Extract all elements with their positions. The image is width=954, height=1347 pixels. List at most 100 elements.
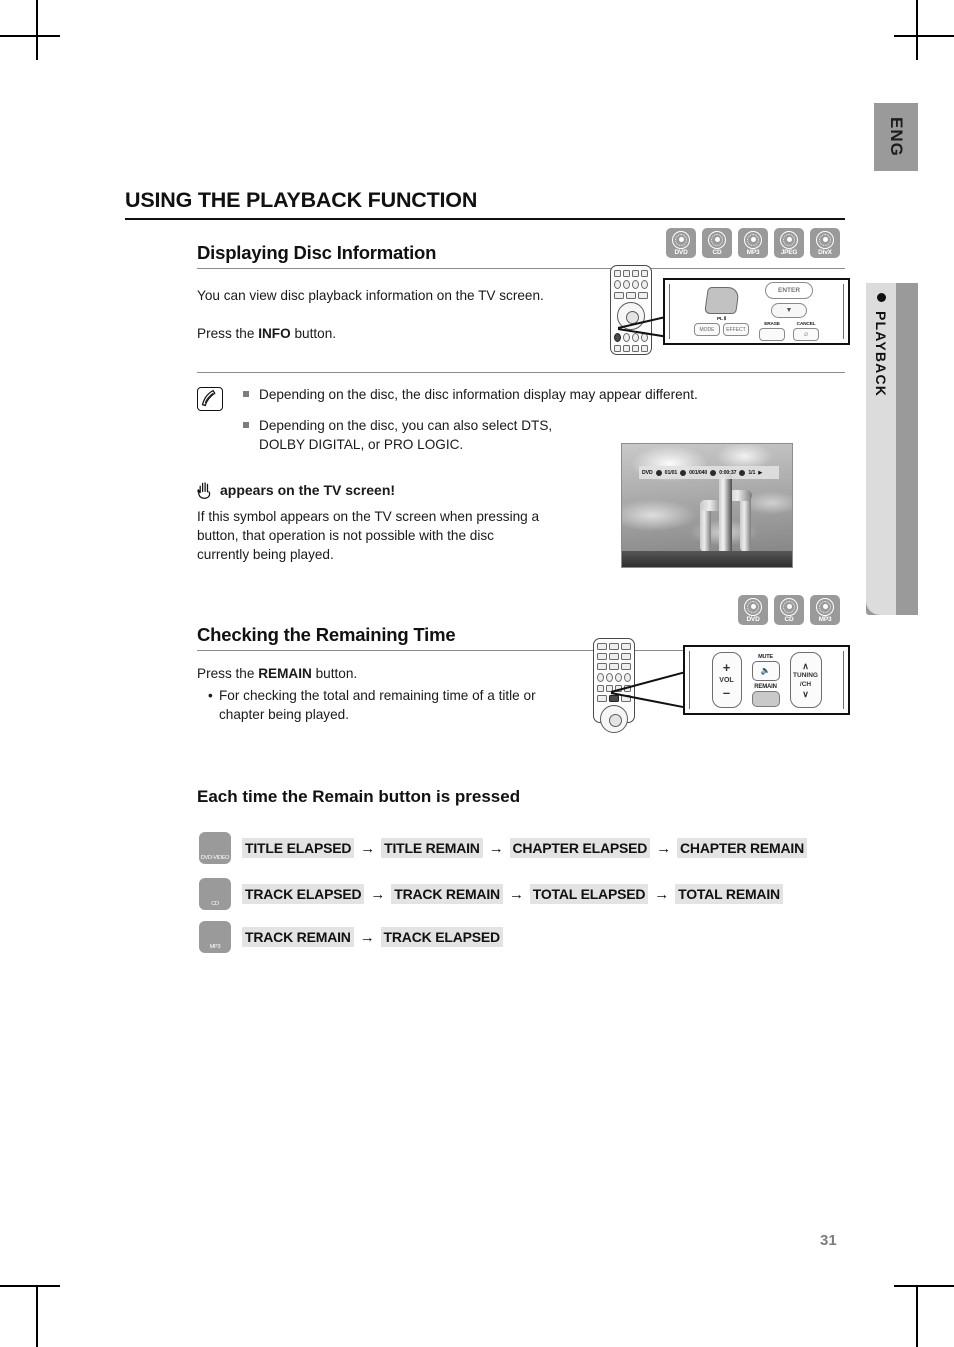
disc-icons-section-2: DVD CD MP3 [738,595,840,625]
note-pencil-icon [197,387,223,411]
sequence-items: TRACK REMAIN → TRACK ELAPSED [242,927,503,947]
sequence-item: TOTAL REMAIN [675,884,783,904]
mode-button[interactable]: MODE [694,323,720,336]
volume-button[interactable]: + VOL – [711,652,742,708]
audio-icon [739,469,746,476]
sequence-row-dvd: DVD-VIDEO TITLE ELAPSED → TITLE REMAIN →… [199,832,807,864]
mute-button[interactable]: 🔈 [751,660,780,681]
info-button-name: INFO [258,326,291,341]
remain-label: REMAIN [754,683,777,690]
enter-button[interactable]: ENTER [765,282,813,299]
disc-glyph-icon [672,230,690,249]
crop-mark-bottom-left-vertical [36,1287,38,1347]
mute-label: MUTE [758,653,773,660]
osd-title-value: 01/01 [664,469,678,476]
crop-mark-top-right-horizontal [894,35,954,37]
remain-button[interactable] [751,690,780,707]
sequence-item: CHAPTER REMAIN [677,838,807,858]
disc-glyph-icon [816,230,834,249]
tuning-up-glyph: ∧ [802,661,809,671]
disc-icon-label: CD [784,615,794,623]
crop-mark-bottom-right-horizontal [894,1285,954,1287]
remote-illustration-info: PL Ⅱ MODE EFFECT ENTER ▼ ERASE CANCEL ∅ [600,265,850,355]
note-item: Depending on the disc, you can also sele… [243,416,579,454]
sequence-row-mp3: MP3 TRACK REMAIN → TRACK ELAPSED [199,921,503,953]
disc-icon-label: MP3 [209,943,221,950]
disc-icon-mp3: MP3 [199,921,231,953]
disc-icon-cd: CD [702,228,732,258]
disc-icon-label: MP3 [818,615,832,623]
sequence-item: TRACK REMAIN [242,927,354,947]
disc-icon-label: CD [211,900,219,907]
disc-icon-label: DVD [674,248,688,256]
crop-mark-top-left-horizontal [0,35,60,37]
osd-info-bar: DVD 01/01 001/040 0:00:37 1/1 ▶ [639,466,779,479]
disc-icon-dvd: DVD [738,595,768,625]
volume-up-glyph: + [722,659,731,675]
disc-icon-cd: CD [199,878,231,910]
effect-button[interactable]: EFFECT [723,323,749,336]
hand-notice-title: appears on the TV screen! [220,481,396,498]
disc-glyph-icon [206,836,225,855]
hand-icon [197,480,213,499]
disc-icon-mp3: MP3 [810,595,840,625]
disc-icon-dvd: DVD [666,228,696,258]
sequence-items: TRACK ELAPSED → TRACK REMAIN → TOTAL ELA… [242,884,783,904]
section-2-bullet-text: For checking the total and remaining tim… [219,688,536,722]
language-tab-label: ENG [887,117,906,157]
cancel-label: CANCEL [796,322,816,327]
bullet-dot-icon [876,293,886,302]
osd-audio-value: 1/1 [748,469,756,476]
remote-illustration-remain: + VOL – MUTE 🔈 REMAIN ∧ TUNING /CH ∨ [585,635,850,733]
osd-disc-type: DVD [642,469,653,476]
disc-icons-section-1: DVD CD MP3 JPEG DivX [666,228,840,258]
info-button-highlight[interactable] [703,287,740,314]
chapter-side-tab-label: PLAYBACK [873,311,889,398]
disc-icon-label: MP3 [746,248,760,256]
tv-screen-screenshot: DVD 01/01 001/040 0:00:37 1/1 ▶ [621,443,793,568]
disc-icon-label: CD [712,248,722,256]
osd-play-icon: ▶ [758,469,763,476]
erase-label: ERASE [764,322,780,327]
crop-mark-top-right-vertical [916,0,918,60]
disc-icon-jpeg: JPEG [774,228,804,258]
chapter-side-tab: PLAYBACK [866,283,918,615]
bullet-glyph: • [208,688,213,703]
tuning-channel-button[interactable]: ∧ TUNING /CH ∨ [789,652,822,708]
disc-icon-divx: DivX [810,228,840,258]
disc-icon-label: JPEG [780,248,798,256]
press-suffix: button. [311,666,358,681]
sequence-row-cd: CD TRACK ELAPSED → TRACK REMAIN → TOTAL … [199,878,783,910]
sequence-item: TRACK ELAPSED [380,927,503,947]
tuning-label: TUNING [793,672,818,679]
cancel-button[interactable]: ∅ [793,328,819,341]
disc-icon-mp3: MP3 [738,228,768,258]
crop-mark-bottom-left-horizontal [0,1285,60,1287]
ground [622,551,792,567]
volume-down-glyph: – [722,684,731,700]
disc-icon-label: DVD [746,615,760,623]
sequence-arrow-icon: → [370,885,386,903]
disc-icon-cd: CD [774,595,804,625]
sequence-arrow-icon: → [654,885,670,903]
crop-mark-top-left-vertical [36,0,38,60]
remote-body [593,638,635,733]
sequence-arrow-icon: → [359,928,375,946]
osd-chapter-value: 001/040 [689,469,708,476]
sequence-items: TITLE ELAPSED → TITLE REMAIN → CHAPTER E… [242,838,807,858]
disc-icon-label: DVD-VIDEO [200,854,230,861]
down-arrow-button[interactable]: ▼ [771,303,807,318]
erase-button[interactable] [759,328,785,341]
sequence-item: TITLE ELAPSED [242,838,355,858]
disc-glyph-icon [744,597,762,616]
disc-glyph-icon [816,597,834,616]
disc-glyph-icon [206,882,225,901]
press-prefix: Press the [197,326,259,341]
sequence-item: TRACK ELAPSED [242,884,365,904]
mute-speaker-icon: 🔈 [760,666,771,675]
disc-glyph-icon [780,597,798,616]
channel-label: /CH [799,681,812,688]
remote-body [610,265,652,355]
tuning-down-glyph: ∨ [802,689,809,699]
volume-label: VOL [719,676,734,684]
